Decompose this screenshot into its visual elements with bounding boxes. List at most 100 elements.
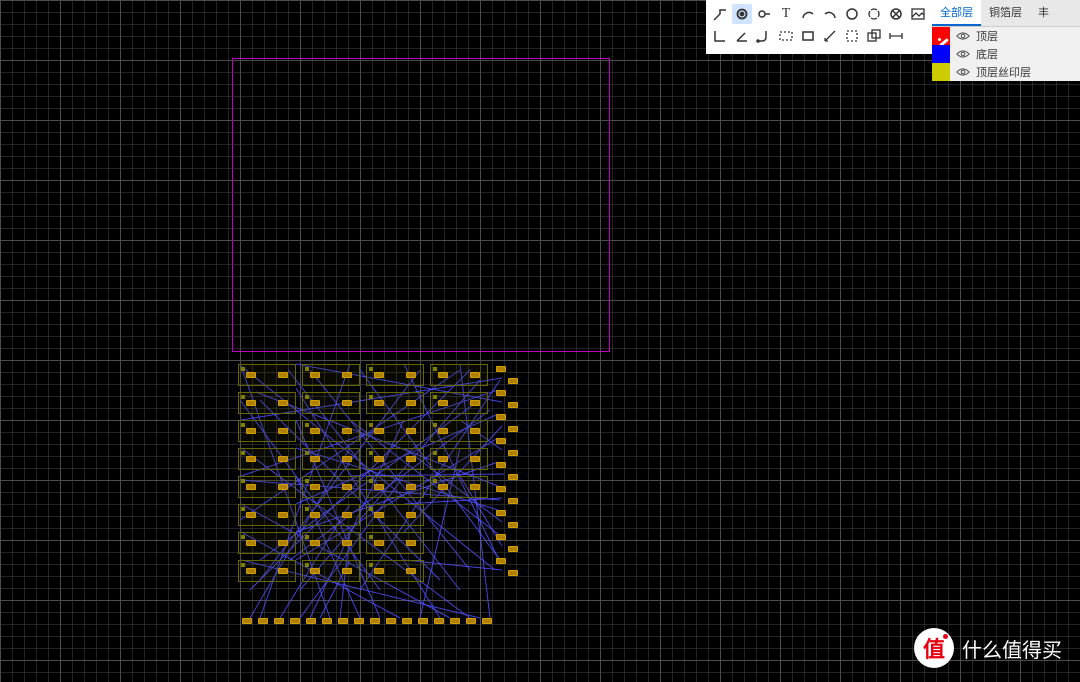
pad[interactable]: [496, 438, 506, 444]
component-pad[interactable]: [438, 372, 448, 378]
tool-trace-arc[interactable]: [754, 26, 774, 46]
component-pad[interactable]: [310, 512, 320, 518]
tool-board-outline-dash[interactable]: [776, 26, 796, 46]
pad[interactable]: [258, 618, 268, 624]
component-pad[interactable]: [374, 484, 384, 490]
layer-tab-all[interactable]: 全部层: [932, 0, 981, 26]
tool-group[interactable]: [864, 26, 884, 46]
layer-tab-more[interactable]: 丰: [1030, 0, 1057, 26]
pad[interactable]: [496, 390, 506, 396]
pad[interactable]: [508, 378, 518, 384]
component-pad[interactable]: [342, 456, 352, 462]
component-pad[interactable]: [278, 400, 288, 406]
pad[interactable]: [508, 450, 518, 456]
component-pad[interactable]: [374, 540, 384, 546]
pad[interactable]: [450, 618, 460, 624]
component-pad[interactable]: [246, 540, 256, 546]
component-pad[interactable]: [246, 512, 256, 518]
pad[interactable]: [402, 618, 412, 624]
tool-text[interactable]: T: [776, 4, 796, 24]
component-pad[interactable]: [310, 456, 320, 462]
component-pad[interactable]: [342, 400, 352, 406]
component-pad[interactable]: [310, 428, 320, 434]
component-pad[interactable]: [374, 372, 384, 378]
layer-color-swatch[interactable]: [932, 45, 950, 63]
component-pad[interactable]: [342, 428, 352, 434]
component-pad[interactable]: [278, 484, 288, 490]
visibility-eye-icon[interactable]: [956, 47, 970, 61]
component-pad[interactable]: [470, 400, 480, 406]
component-pad[interactable]: [374, 512, 384, 518]
component-pad[interactable]: [470, 456, 480, 462]
component-pad[interactable]: [374, 456, 384, 462]
component-pad[interactable]: [342, 484, 352, 490]
component-pad[interactable]: [406, 372, 416, 378]
component-pad[interactable]: [342, 568, 352, 574]
component-pad[interactable]: [278, 428, 288, 434]
component-pad[interactable]: [278, 372, 288, 378]
pad[interactable]: [290, 618, 300, 624]
component-pad[interactable]: [406, 484, 416, 490]
tool-move[interactable]: [864, 4, 884, 24]
tool-via[interactable]: [754, 4, 774, 24]
layer-color-swatch[interactable]: [932, 27, 950, 45]
component-pad[interactable]: [278, 456, 288, 462]
component-pad[interactable]: [246, 372, 256, 378]
pad[interactable]: [338, 618, 348, 624]
tool-region-dash[interactable]: [842, 26, 862, 46]
component-pad[interactable]: [406, 540, 416, 546]
component-pad[interactable]: [278, 540, 288, 546]
tool-rect[interactable]: [798, 26, 818, 46]
component-pad[interactable]: [310, 540, 320, 546]
component-pad[interactable]: [278, 512, 288, 518]
component-pad[interactable]: [246, 484, 256, 490]
tool-circle[interactable]: [842, 4, 862, 24]
tool-corner[interactable]: [710, 26, 730, 46]
tool-route-track[interactable]: [710, 4, 730, 24]
layer-row[interactable]: 底层: [932, 45, 1080, 63]
component-pad[interactable]: [438, 484, 448, 490]
pad[interactable]: [496, 534, 506, 540]
component-pad[interactable]: [246, 456, 256, 462]
component-pad[interactable]: [406, 568, 416, 574]
visibility-eye-icon[interactable]: [956, 29, 970, 43]
pad[interactable]: [496, 414, 506, 420]
component-pad[interactable]: [438, 400, 448, 406]
pad[interactable]: [242, 618, 252, 624]
tool-angle[interactable]: [732, 26, 752, 46]
pad[interactable]: [508, 426, 518, 432]
pad[interactable]: [322, 618, 332, 624]
pad[interactable]: [466, 618, 476, 624]
component-pad[interactable]: [246, 568, 256, 574]
pad[interactable]: [418, 618, 428, 624]
visibility-eye-icon[interactable]: [956, 65, 970, 79]
pad[interactable]: [386, 618, 396, 624]
component-pad[interactable]: [438, 428, 448, 434]
layer-tab-copper[interactable]: 铜箔层: [981, 0, 1030, 26]
component-pad[interactable]: [374, 568, 384, 574]
pad[interactable]: [508, 570, 518, 576]
component-pad[interactable]: [310, 484, 320, 490]
component-pad[interactable]: [342, 540, 352, 546]
layer-row[interactable]: 顶层: [932, 27, 1080, 45]
tool-arc-ccw[interactable]: [820, 4, 840, 24]
pad[interactable]: [508, 498, 518, 504]
pad[interactable]: [482, 618, 492, 624]
component-pad[interactable]: [342, 372, 352, 378]
component-pad[interactable]: [310, 568, 320, 574]
component-pad[interactable]: [406, 428, 416, 434]
component-pad[interactable]: [438, 456, 448, 462]
tool-measure[interactable]: [820, 26, 840, 46]
component-pad[interactable]: [310, 400, 320, 406]
pad[interactable]: [496, 462, 506, 468]
pad[interactable]: [508, 546, 518, 552]
pad[interactable]: [496, 486, 506, 492]
tool-pad[interactable]: [732, 4, 752, 24]
pad[interactable]: [274, 618, 284, 624]
board-outline[interactable]: [232, 58, 610, 352]
component-pad[interactable]: [406, 512, 416, 518]
component-pad[interactable]: [342, 512, 352, 518]
pad[interactable]: [496, 366, 506, 372]
component-pad[interactable]: [470, 428, 480, 434]
pcb-canvas[interactable]: [0, 0, 1080, 682]
